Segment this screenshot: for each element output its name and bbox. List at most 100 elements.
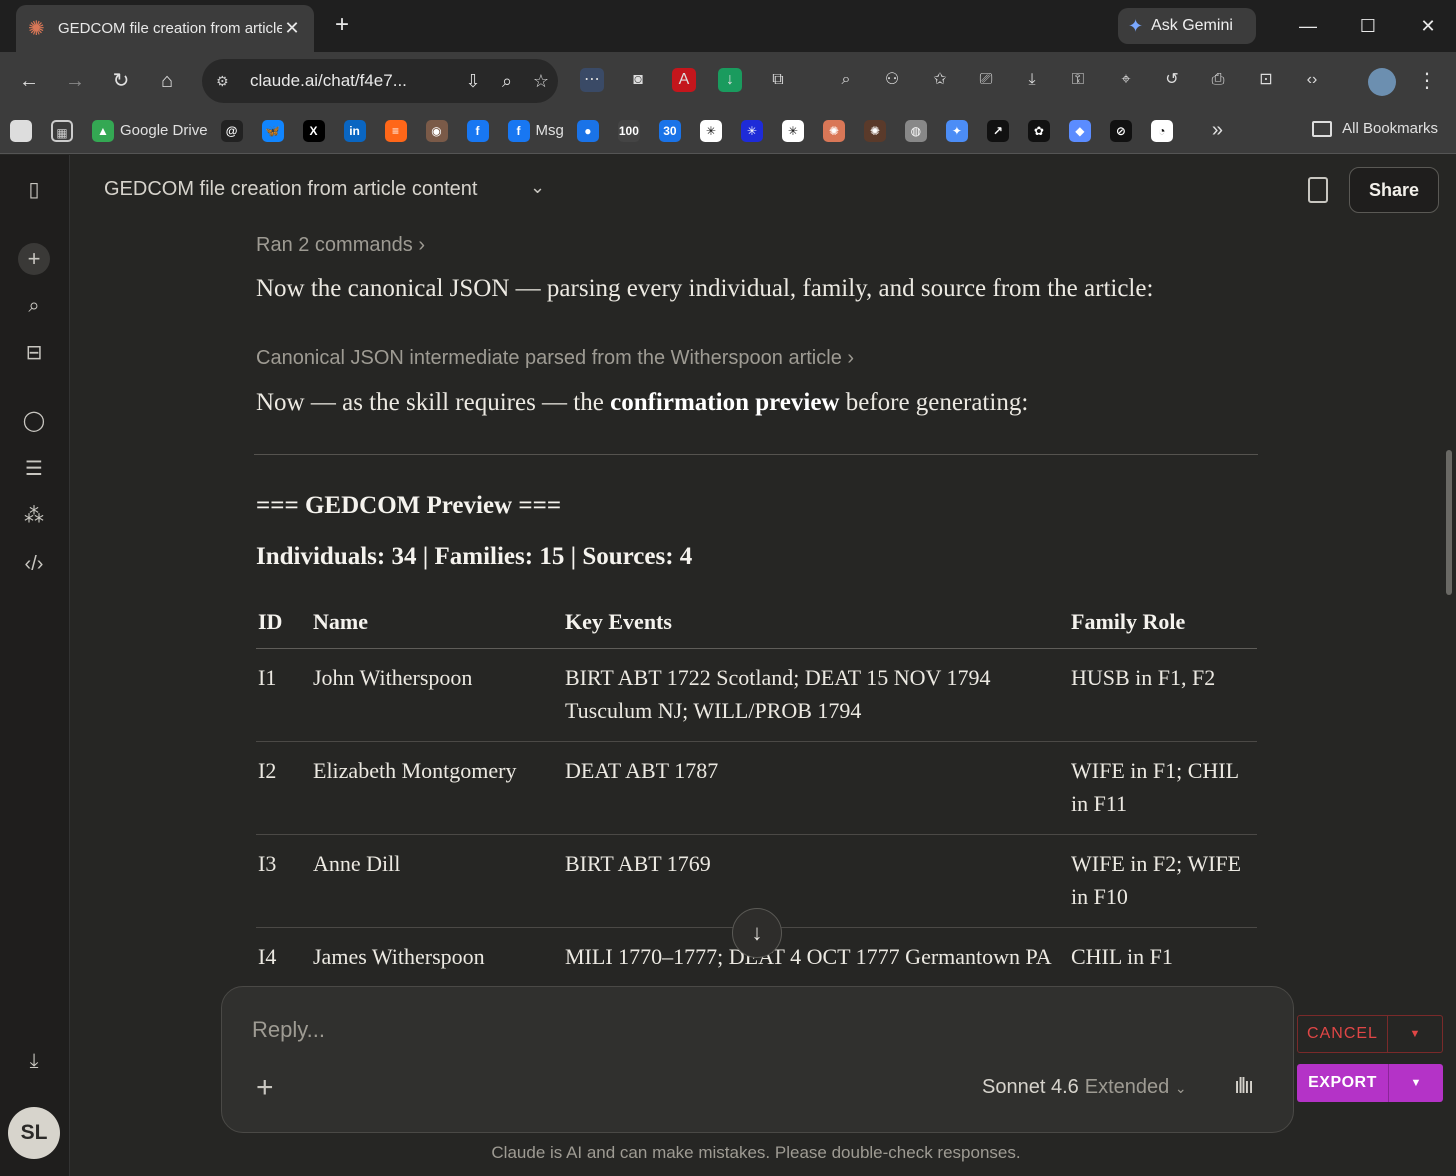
history-icon[interactable]: ↺ bbox=[1160, 68, 1184, 92]
download-app-icon[interactable]: ⤓ bbox=[18, 1045, 50, 1077]
projects-icon[interactable]: ☰ bbox=[18, 453, 50, 485]
minimize-icon[interactable]: — bbox=[1288, 10, 1328, 42]
bookmark-favicon-icon: ✳ bbox=[699, 119, 722, 142]
bookmark-item[interactable]: ⊘ bbox=[1109, 119, 1138, 142]
site-settings-icon[interactable]: ⚙ bbox=[216, 73, 238, 90]
table-cell: I2 bbox=[256, 741, 311, 835]
bookmark-item[interactable]: ✳ bbox=[699, 119, 728, 142]
bookmark-item[interactable]: ✺ bbox=[822, 119, 851, 142]
performance-icon[interactable]: ⚇ bbox=[880, 68, 904, 92]
bookmark-item[interactable]: @ bbox=[220, 119, 249, 142]
bookmark-item[interactable]: ≡ bbox=[384, 119, 413, 142]
sidebar-toggle-icon[interactable]: ▯ bbox=[18, 174, 50, 206]
bookmark-item[interactable]: f bbox=[466, 119, 495, 142]
voice-waveform-icon[interactable]: ıllıı bbox=[1234, 1073, 1254, 1099]
bookmark-favicon-icon: X bbox=[302, 119, 325, 142]
document-icon[interactable] bbox=[1308, 177, 1328, 203]
extension-dots-icon[interactable]: ⋯ bbox=[580, 68, 604, 92]
cancel-button[interactable]: CANCEL bbox=[1298, 1016, 1388, 1052]
window-close-icon[interactable]: ✕ bbox=[1408, 10, 1448, 42]
bookmark-item[interactable]: ✺ bbox=[863, 119, 892, 142]
bookmark-label: Google Drive bbox=[120, 122, 208, 139]
scroll-to-bottom-button[interactable]: ↓ bbox=[732, 908, 782, 958]
bookmark-item[interactable]: X bbox=[302, 119, 331, 142]
chat-title[interactable]: GEDCOM file creation from article conten… bbox=[104, 178, 477, 201]
puzzle-extensions-icon[interactable]: ⧉ bbox=[766, 68, 790, 92]
toolbox-icon[interactable]: ⊟ bbox=[18, 337, 50, 369]
artifact-toggle[interactable]: Canonical JSON intermediate parsed from … bbox=[256, 347, 854, 370]
print-icon[interactable]: ⎙ bbox=[1206, 68, 1230, 92]
bookmark-item[interactable]: f Msg bbox=[507, 119, 564, 142]
maximize-icon[interactable]: ☐ bbox=[1348, 10, 1388, 42]
reload-icon[interactable]: ↻ bbox=[106, 66, 136, 96]
model-selector[interactable]: Sonnet 4.6 Extended ⌄ bbox=[982, 1076, 1187, 1099]
bookmark-item[interactable]: ◔ bbox=[1150, 119, 1179, 142]
ask-gemini-button[interactable]: ✦ Ask Gemini bbox=[1118, 8, 1256, 44]
bookmark-item[interactable]: ↗ bbox=[986, 119, 1015, 142]
code-icon[interactable]: ‹/› bbox=[18, 548, 50, 580]
back-arrow-icon[interactable]: ← bbox=[14, 66, 44, 96]
install-app-icon[interactable]: ⇩ bbox=[456, 71, 490, 92]
all-bookmarks-button[interactable]: All Bookmarks bbox=[1312, 120, 1438, 137]
tab-close-icon[interactable]: ✕ bbox=[282, 18, 302, 39]
password-key-icon[interactable]: ⚿ bbox=[1066, 68, 1090, 92]
address-bar[interactable]: ⚙ claude.ai/chat/f4e7... ⇩ ⌕ ☆ bbox=[202, 59, 558, 103]
divider bbox=[254, 454, 1258, 455]
bookmark-item[interactable]: ◆ bbox=[1068, 119, 1097, 142]
search-icon[interactable]: ⌕ bbox=[18, 290, 50, 322]
search-page-icon[interactable]: ⌕ bbox=[834, 68, 858, 92]
browser-tab-active[interactable]: ✺ GEDCOM file creation from article cont… bbox=[16, 5, 314, 52]
export-dropdown-icon[interactable]: ▼ bbox=[1389, 1064, 1443, 1102]
bookmark-item[interactable]: ▲ Google Drive bbox=[92, 119, 208, 142]
download-extension-icon[interactable]: ↓ bbox=[718, 68, 742, 92]
bookmark-star-icon[interactable]: ☆ bbox=[524, 71, 558, 92]
screenshot-icon[interactable]: ⊡ bbox=[1254, 68, 1278, 92]
page-scrollbar[interactable] bbox=[1446, 450, 1452, 595]
location-pin-icon[interactable]: ⌖ bbox=[1114, 68, 1138, 92]
new-chat-icon[interactable]: + bbox=[18, 243, 50, 275]
paragraph-2-post: before generating: bbox=[839, 389, 1029, 416]
ran-commands-toggle[interactable]: Ran 2 commands › bbox=[256, 234, 425, 257]
bookmark-item[interactable]: ● bbox=[576, 119, 605, 142]
tab-search-icon[interactable] bbox=[10, 119, 38, 142]
chats-icon[interactable]: ◯ bbox=[18, 405, 50, 437]
export-button-group: EXPORT ▼ bbox=[1297, 1064, 1443, 1102]
bookmark-item[interactable]: ✿ bbox=[1027, 119, 1056, 142]
favorites-icon[interactable]: ✩ bbox=[928, 68, 952, 92]
bookmark-item[interactable]: 🦋 bbox=[261, 119, 290, 142]
table-row: I2 Elizabeth Montgomery DEAT ABT 1787 WI… bbox=[256, 741, 1257, 835]
export-button[interactable]: EXPORT bbox=[1297, 1064, 1389, 1102]
bookmark-item[interactable]: ◉ bbox=[425, 119, 454, 142]
bookmark-item[interactable]: ✦ bbox=[945, 119, 974, 142]
bookmark-favicon-icon: ◆ bbox=[1068, 119, 1091, 142]
artifacts-icon[interactable]: ⁂ bbox=[18, 500, 50, 532]
chevron-down-icon[interactable]: ⌄ bbox=[530, 177, 545, 198]
bookmark-item[interactable]: ◍ bbox=[904, 119, 933, 142]
table-cell: I4 bbox=[256, 927, 311, 988]
profile-avatar[interactable] bbox=[1368, 68, 1396, 96]
add-attachment-icon[interactable]: + bbox=[256, 1073, 274, 1103]
table-cell: DEAT ABT 1787 bbox=[563, 741, 1069, 835]
pdf-extension-icon[interactable]: A bbox=[672, 68, 696, 92]
downloads-icon[interactable]: ⤓ bbox=[1020, 68, 1044, 92]
camera-extension-icon[interactable]: ◙ bbox=[626, 68, 650, 92]
apps-grid-icon[interactable]: ▦ bbox=[51, 119, 79, 142]
forward-arrow-icon[interactable]: → bbox=[60, 66, 90, 96]
bookmark-item[interactable]: ✳ bbox=[740, 119, 769, 142]
paragraph-2-bold: confirmation preview bbox=[610, 389, 840, 416]
cancel-dropdown-icon[interactable]: ▼ bbox=[1388, 1016, 1442, 1052]
bookmark-item[interactable]: 30 bbox=[658, 119, 687, 142]
bookmark-item[interactable]: ✳ bbox=[781, 119, 810, 142]
browser-menu-icon[interactable]: ⋮ bbox=[1412, 66, 1442, 96]
bookmark-item[interactable]: 100 bbox=[617, 119, 646, 142]
home-icon[interactable]: ⌂ bbox=[152, 66, 182, 96]
devtools-code-icon[interactable]: ‹› bbox=[1300, 68, 1324, 92]
new-tab-button[interactable]: + bbox=[328, 12, 356, 40]
zoom-icon[interactable]: ⌕ bbox=[490, 71, 524, 92]
more-bookmarks-icon[interactable]: » bbox=[1212, 119, 1223, 142]
bookmark-item[interactable]: in bbox=[343, 119, 372, 142]
cast-icon[interactable]: ⎚ bbox=[974, 68, 998, 92]
reply-input[interactable] bbox=[252, 1013, 1152, 1047]
share-button[interactable]: Share bbox=[1349, 167, 1439, 213]
message-paragraph-1: Now the canonical JSON — parsing every i… bbox=[256, 275, 1154, 302]
